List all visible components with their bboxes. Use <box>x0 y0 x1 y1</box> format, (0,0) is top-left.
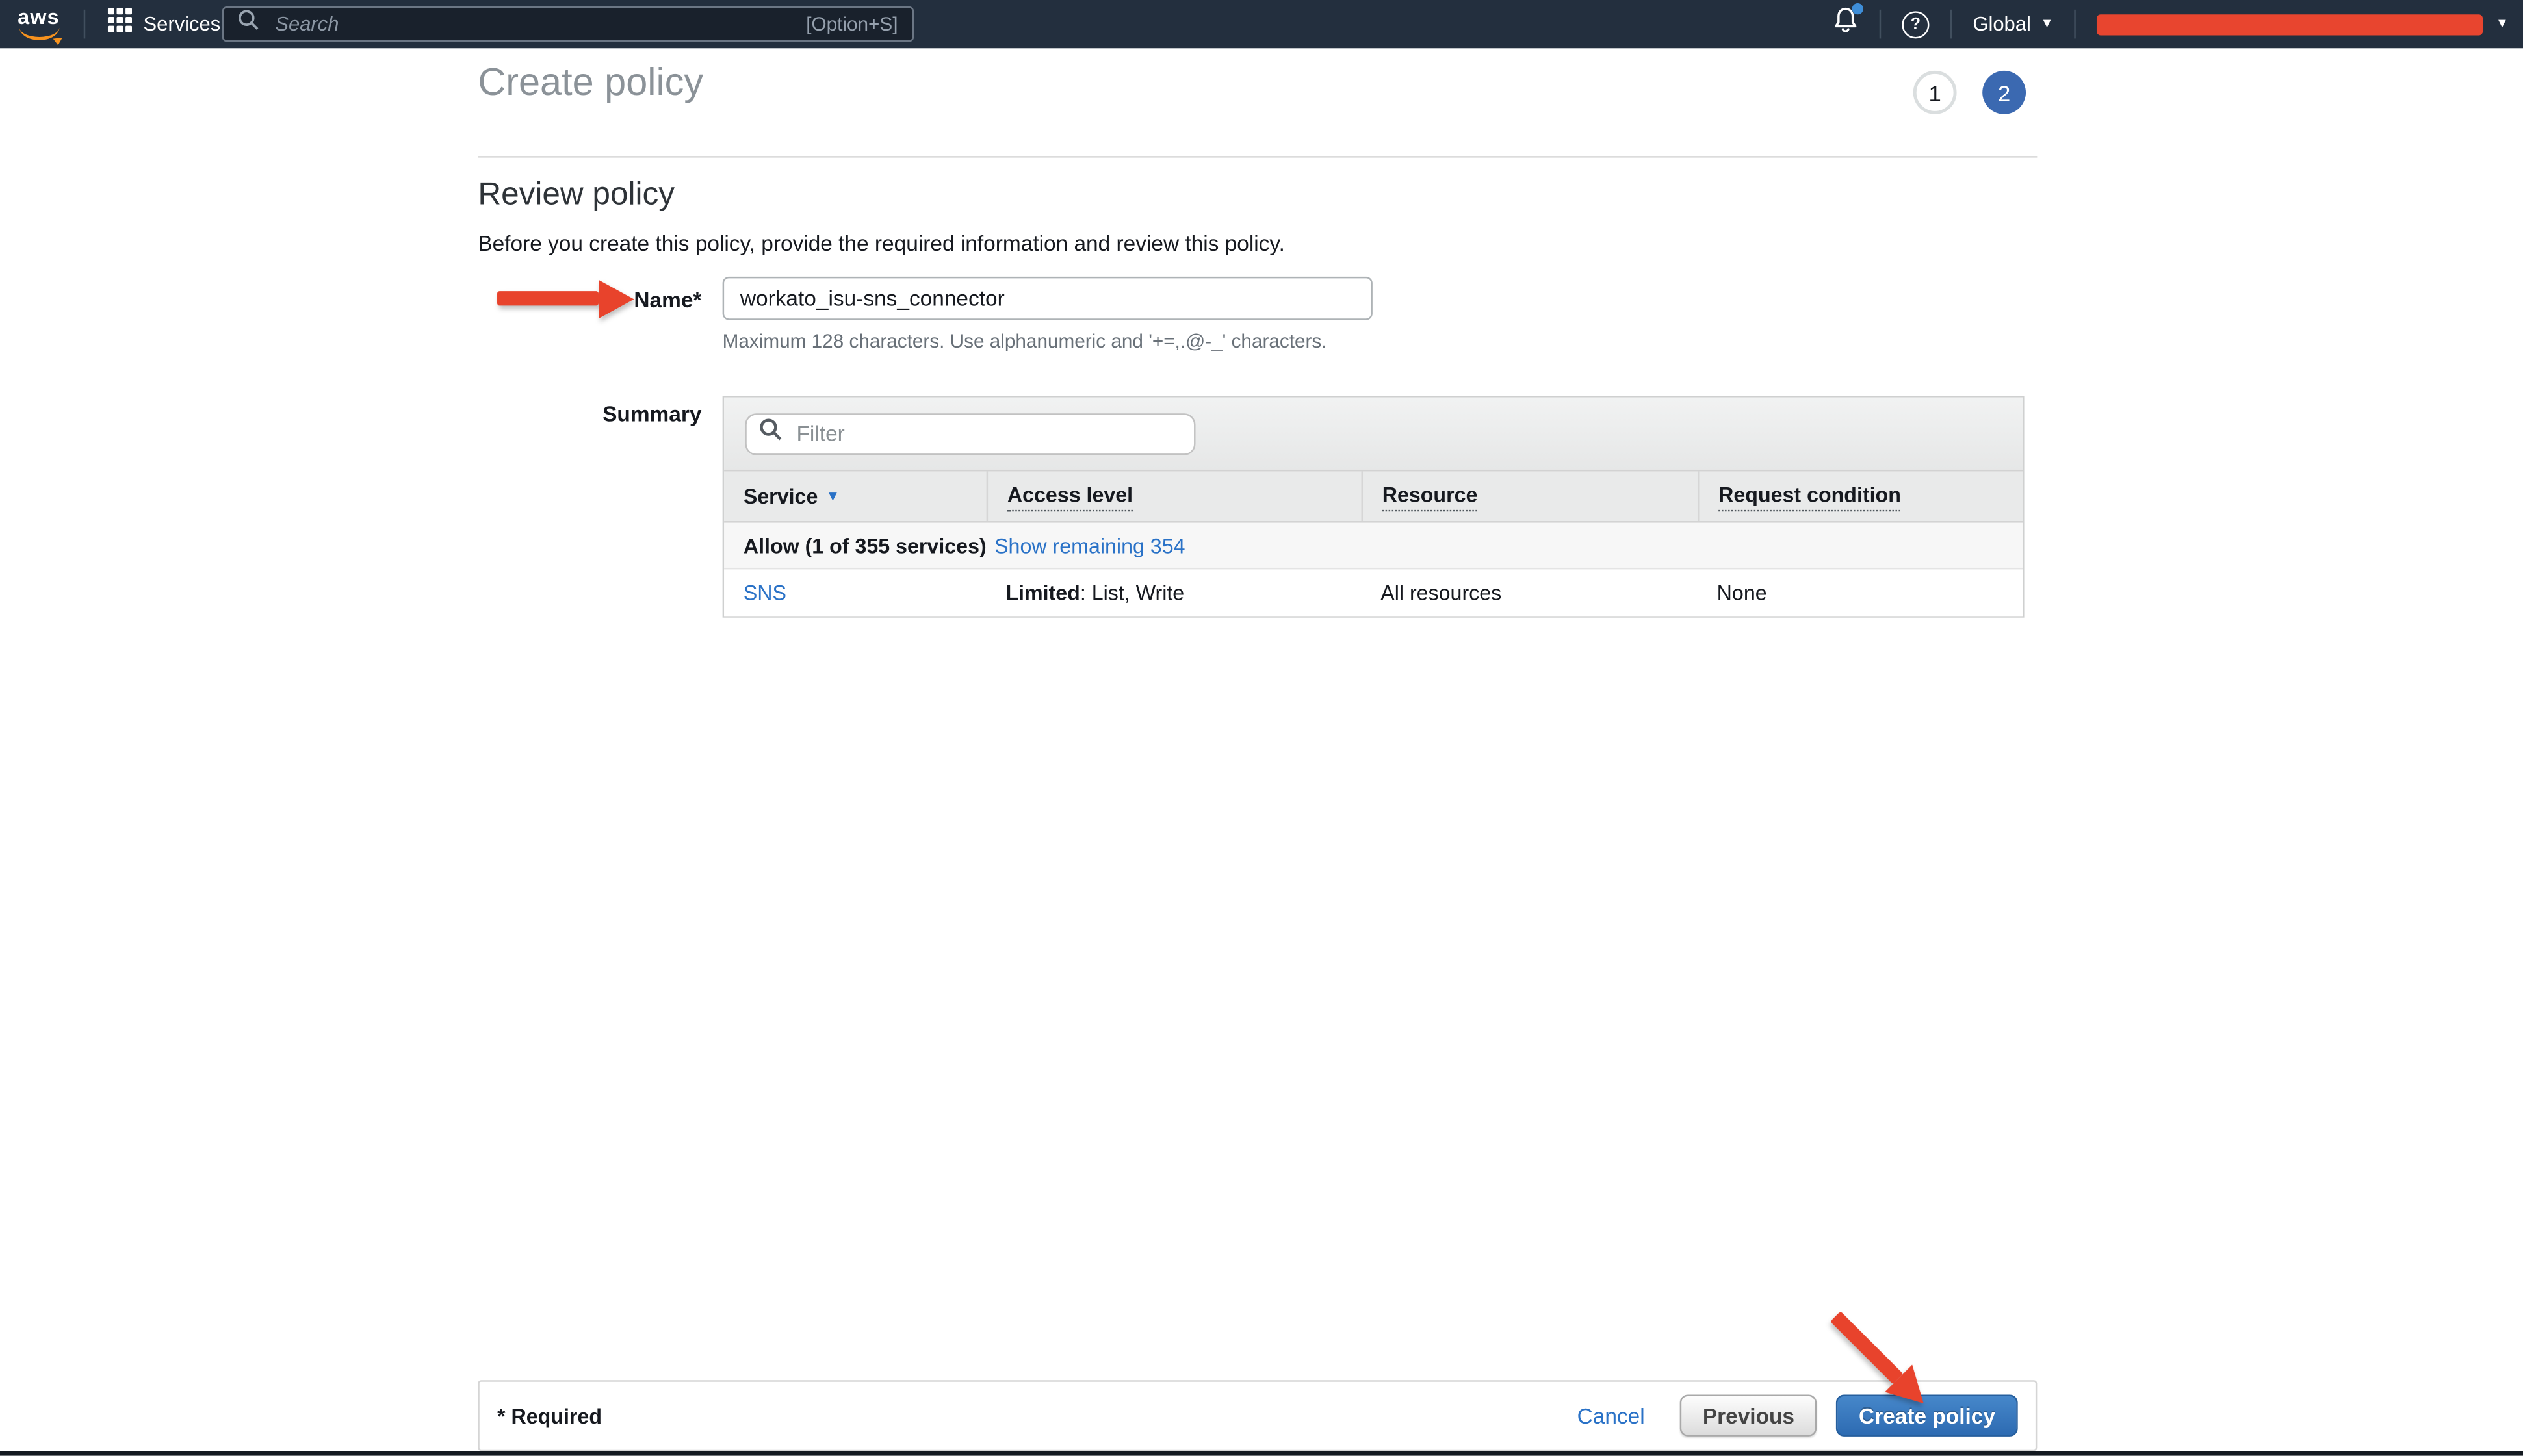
column-header-service[interactable]: Service ▾ <box>724 471 987 521</box>
aws-console-page: aws Services <box>0 0 2523 1456</box>
step-2-number: 2 <box>1998 80 2010 106</box>
required-note: * Required <box>497 1403 602 1427</box>
window-bottom-edge <box>0 1451 2523 1455</box>
services-label: Services <box>144 13 221 36</box>
search-shortcut-hint: [Option+S] <box>806 13 898 36</box>
previous-button[interactable]: Previous <box>1680 1395 1817 1437</box>
footer-actions: Cancel Previous Create policy <box>1577 1395 2018 1437</box>
summary-filter-box[interactable] <box>745 413 1195 454</box>
nav-separator <box>1880 10 1881 39</box>
column-header-resource[interactable]: Resource <box>1362 471 1698 521</box>
summary-filter-band <box>724 398 2023 470</box>
account-menu[interactable]: ▼ <box>2097 14 2509 34</box>
aws-logo-text: aws <box>18 8 60 25</box>
annotation-arrow-name-field <box>497 279 634 318</box>
column-header-access-level[interactable]: Access level <box>987 471 1362 521</box>
search-input[interactable] <box>272 11 806 37</box>
column-header-label: Resource <box>1382 482 1478 511</box>
access-level-detail: : List, Write <box>1080 581 1184 605</box>
nav-separator <box>2074 10 2075 39</box>
notification-dot <box>1852 3 1863 14</box>
step-2-indicator[interactable]: 2 <box>1982 71 2026 114</box>
region-label: Global <box>1973 13 2030 36</box>
resource-cell: All resources <box>1362 569 1698 616</box>
wizard-steps: 1 2 <box>1913 71 2026 114</box>
table-row: SNS Limited: List, Write All resources N… <box>724 569 2023 616</box>
services-grid-icon <box>108 8 132 40</box>
table-group-row: Allow (1 of 355 services) Show remaining… <box>724 523 2023 570</box>
notifications-button[interactable] <box>1833 6 1859 42</box>
create-policy-button[interactable]: Create policy <box>1836 1395 2017 1437</box>
chevron-down-icon: ▼ <box>2496 18 2509 31</box>
nav-separator <box>84 10 85 39</box>
service-cell: SNS <box>724 569 987 616</box>
column-header-request-condition[interactable]: Request condition <box>1698 471 2023 521</box>
column-header-label: Access level <box>1007 482 1133 511</box>
group-row-label: Allow (1 of 355 services) <box>744 533 987 557</box>
cancel-link[interactable]: Cancel <box>1577 1403 1645 1427</box>
summary-table-header: Service ▾ Access level Resource Request … <box>724 470 2023 523</box>
account-name-redacted <box>2097 14 2483 34</box>
step-1-indicator[interactable]: 1 <box>1913 71 1957 114</box>
arrow-tail <box>1831 1310 1904 1383</box>
filter-input[interactable] <box>794 420 1182 447</box>
show-remaining-link[interactable]: Show remaining 354 <box>994 533 1185 557</box>
aws-logo[interactable]: aws <box>18 8 60 40</box>
help-button[interactable]: ? <box>1902 10 1929 38</box>
policy-name-input[interactable] <box>723 277 1373 320</box>
request-condition-cell: None <box>1698 569 2023 616</box>
section-description: Before you create this policy, provide t… <box>478 232 1285 256</box>
access-level-cell: Limited: List, Write <box>987 569 1362 616</box>
page-title: Create policy <box>478 61 703 106</box>
services-menu-button[interactable]: Services <box>108 8 220 40</box>
sort-caret-icon: ▾ <box>829 487 836 505</box>
column-header-label: Service <box>744 484 818 508</box>
global-search-box[interactable]: [Option+S] <box>222 6 914 42</box>
step-1-number: 1 <box>1928 80 1941 106</box>
nav-left-group: aws Services <box>0 0 220 48</box>
access-level-prefix: Limited <box>1005 581 1080 605</box>
service-link[interactable]: SNS <box>744 581 786 605</box>
search-icon <box>238 10 259 39</box>
column-header-label: Request condition <box>1718 482 1901 511</box>
summary-section-label: Summary <box>478 402 701 426</box>
arrow-head-icon <box>599 279 634 318</box>
top-navigation-bar: aws Services <box>0 0 2523 48</box>
arrow-tail <box>497 291 599 305</box>
aws-smile-icon <box>19 26 59 40</box>
title-divider <box>478 156 2037 157</box>
region-selector[interactable]: Global ▼ <box>1973 13 2053 36</box>
nav-separator <box>1950 10 1952 39</box>
search-icon <box>760 418 783 449</box>
summary-panel: Service ▾ Access level Resource Request … <box>723 396 2025 618</box>
name-field-help-text: Maximum 128 characters. Use alphanumeric… <box>723 330 1327 353</box>
question-icon: ? <box>1911 16 1921 33</box>
wizard-footer-bar: * Required Cancel Previous Create policy <box>478 1380 2037 1451</box>
nav-right-group: ? Global ▼ ▼ <box>1833 0 2509 48</box>
chevron-down-icon: ▼ <box>2041 18 2054 31</box>
section-heading: Review policy <box>478 177 675 214</box>
